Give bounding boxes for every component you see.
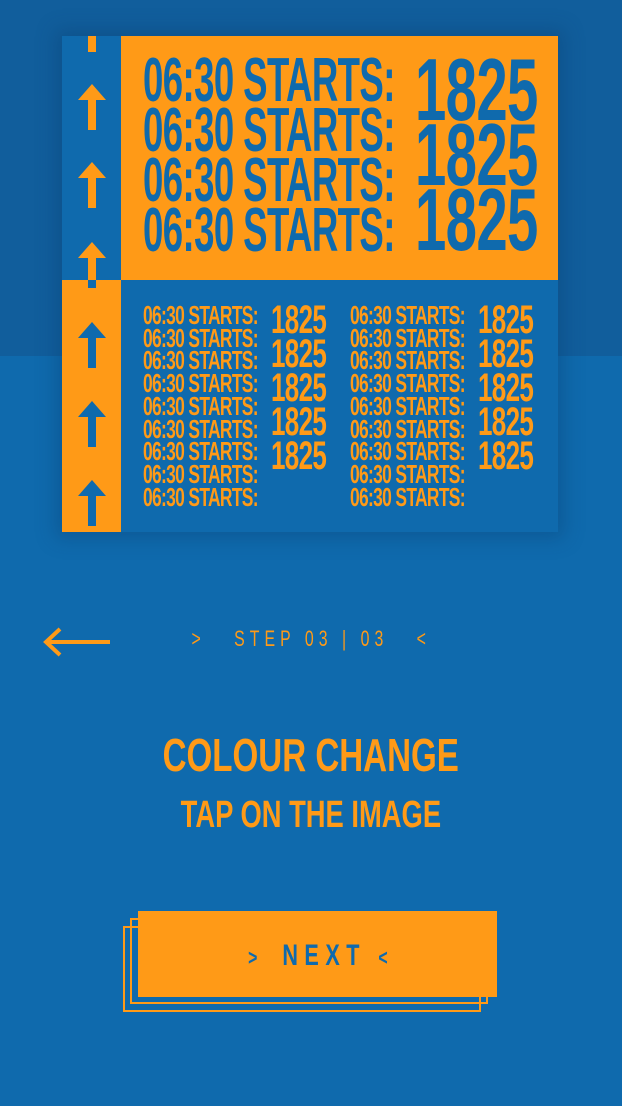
step-prefix: > [191,626,206,651]
poster-year: 1825 [271,434,327,478]
poster-line-label: 06:30 STARTS: [350,481,466,512]
dash-mark [88,36,96,52]
next-suffix: < [377,945,388,970]
next-label: NEXT [281,939,366,972]
next-prefix: > [247,945,258,970]
page-title: COLOUR CHANGE [0,728,622,782]
poster-image[interactable]: 06:30 STARTS: 06:30 STARTS: 06:30 STARTS: 0… [62,36,558,532]
arrow-up-icon [78,401,106,447]
poster-year: 1825 [415,170,538,269]
title-text: COLOUR CHANGE [162,729,460,781]
poster-main-bottom: 06:30 STARTS: 06:30 STARTS: 06:30 STARTS: 0… [121,280,558,532]
step-indicator: > STEP 03 | 03 < [0,626,622,652]
arrow-up-icon [78,162,106,208]
subtitle-text: TAP ON THE IMAGE [180,794,442,836]
arrow-up-icon [78,242,106,280]
poster-strip-top [62,36,121,280]
dash-mark [88,280,96,288]
page-subtitle: TAP ON THE IMAGE [0,794,622,837]
arrow-up-icon [78,84,106,130]
poster-year: 1825 [478,434,534,478]
next-button[interactable]: > NEXT < [138,911,497,997]
arrow-up-icon [78,480,106,526]
poster-strip-bottom [62,280,121,532]
arrow-up-icon [78,322,106,368]
step-suffix: < [416,626,431,651]
step-text: STEP 03 | 03 [233,626,389,651]
poster-main-top: 06:30 STARTS: 06:30 STARTS: 06:30 STARTS: 0… [121,36,558,280]
poster-line-label: 06:30 STARTS: [143,481,259,512]
poster-line-label: 06:30 STARTS: [143,196,395,265]
